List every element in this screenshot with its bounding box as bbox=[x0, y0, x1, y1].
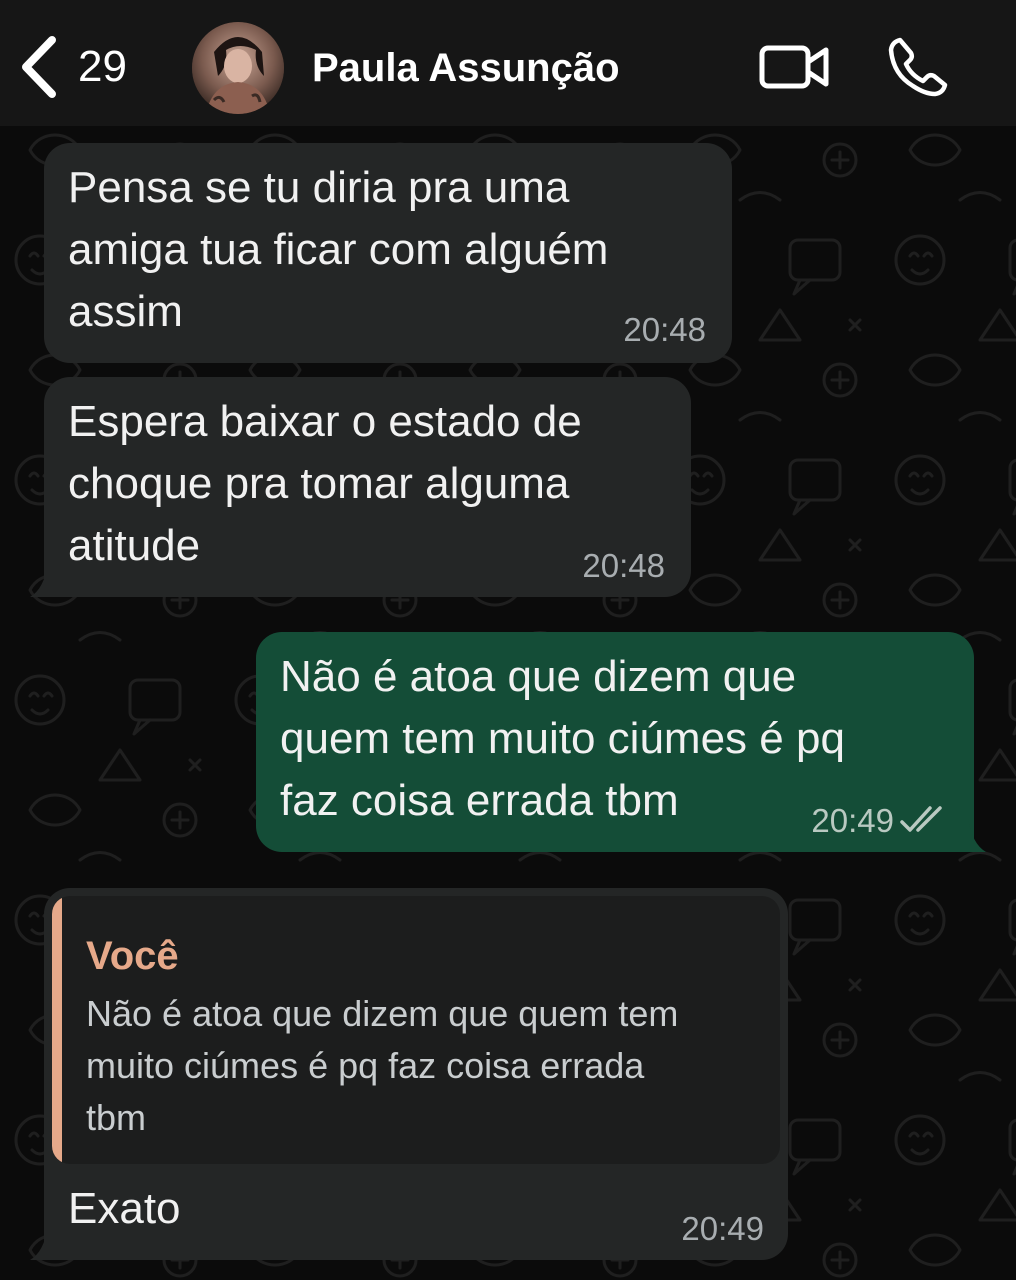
bubble-tail bbox=[30, 1226, 60, 1260]
avatar[interactable] bbox=[192, 22, 284, 114]
video-camera-icon bbox=[759, 45, 829, 89]
video-call-button[interactable] bbox=[758, 36, 830, 103]
message-time: 20:49 bbox=[681, 1210, 764, 1247]
avatar-image bbox=[192, 22, 284, 114]
message-time: 20:49 bbox=[811, 802, 894, 839]
bubble-tail bbox=[30, 563, 60, 597]
message-bubble-outgoing[interactable]: Não é atoa que dizem que quem tem muito … bbox=[256, 632, 974, 852]
message-text: Exato bbox=[68, 1184, 181, 1233]
message-time: 20:48 bbox=[582, 547, 665, 584]
message-bubble-incoming[interactable]: Espera baixar o estado de choque pra tom… bbox=[44, 377, 691, 597]
double-check-icon bbox=[900, 806, 942, 832]
back-button[interactable]: 29 bbox=[18, 34, 127, 100]
voice-call-button[interactable] bbox=[886, 36, 948, 103]
message-bubble-incoming[interactable]: Pensa se tu diria pra uma amiga tua fica… bbox=[44, 143, 732, 363]
message-text: Espera baixar o estado de choque pra tom… bbox=[68, 397, 582, 570]
message-text: Pensa se tu diria pra uma amiga tua fica… bbox=[68, 163, 609, 336]
chevron-left-icon bbox=[22, 36, 56, 98]
phone-icon bbox=[888, 37, 948, 97]
quoted-message[interactable]: Você Não é atoa que dizem que quem tem m… bbox=[52, 896, 780, 1164]
quote-text: Não é atoa que dizem que quem tem muito … bbox=[86, 993, 679, 1138]
bubble-tail bbox=[956, 818, 986, 852]
message-bubble-incoming-reply[interactable]: Você Não é atoa que dizem que quem tem m… bbox=[44, 888, 788, 1260]
chat-header: 29 Paula Assunção bbox=[0, 0, 1016, 126]
quote-author: Você bbox=[86, 934, 179, 978]
unread-count: 29 bbox=[78, 42, 127, 91]
message-time: 20:48 bbox=[623, 311, 706, 348]
message-text: Não é atoa que dizem que quem tem muito … bbox=[280, 652, 845, 825]
contact-name[interactable]: Paula Assunção bbox=[312, 44, 620, 92]
quote-accent-bar bbox=[52, 896, 62, 1164]
